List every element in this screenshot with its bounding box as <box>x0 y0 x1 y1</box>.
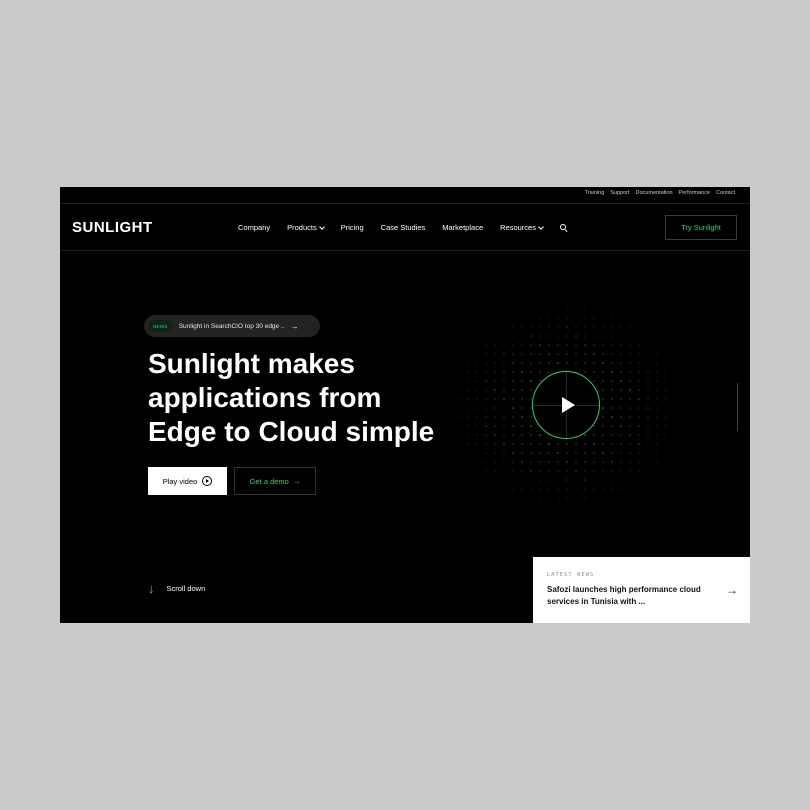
chevron-down-icon <box>318 223 325 230</box>
play-video-button[interactable]: Play video <box>148 467 227 495</box>
play-icon <box>562 397 575 413</box>
nav-item-company[interactable]: Company <box>238 223 270 232</box>
hero-headline-line-1: Sunlight makes <box>148 348 355 379</box>
browser-frame: Training Support Documentation Performan… <box>60 187 750 623</box>
play-circle-icon <box>202 476 213 486</box>
chevron-down-icon <box>538 223 544 230</box>
arrow-down-icon: ↓ <box>148 581 155 596</box>
utility-link-contact[interactable]: Contact <box>716 190 735 196</box>
nav-item-products-label: Products <box>287 223 317 232</box>
scrollbar[interactable] <box>737 383 738 431</box>
news-pill[interactable]: NEWS Sunlight in SearchCIO top 30 edge .… <box>144 315 320 337</box>
scroll-down-label: Scroll down <box>166 584 206 593</box>
nav-item-resources[interactable]: Resources <box>500 223 544 232</box>
nav-item-resources-label: Resources <box>500 223 536 232</box>
latest-news-title: Safozi launches high performance cloud s… <box>547 585 701 606</box>
nav-item-pricing-label: Pricing <box>340 223 364 232</box>
nav-item-marketplace-label: Marketplace <box>442 223 484 232</box>
nav-item-company-label: Company <box>238 223 271 232</box>
nav-menu: Company Products Pricing Case Studies Ma… <box>238 223 568 232</box>
sunlight-logo[interactable]: SUNLIGHT <box>72 219 153 236</box>
arrow-right-icon: → <box>726 583 738 597</box>
arrow-right-icon: → <box>290 321 299 331</box>
hero-headline-line-2: applications from <box>148 382 382 413</box>
search-icon[interactable] <box>559 223 568 232</box>
nav-item-case-studies[interactable]: Case Studies <box>381 223 426 232</box>
utility-links: Training Support Documentation Performan… <box>585 190 735 196</box>
play-video-label: Play video <box>162 476 198 486</box>
try-sunlight-button[interactable]: Try Sunlight <box>665 215 737 240</box>
utility-link-performance[interactable]: Performance <box>679 190 711 196</box>
utility-link-support[interactable]: Support <box>610 190 629 196</box>
scroll-down[interactable]: ↓ Scroll down <box>148 582 205 595</box>
main-nav: SUNLIGHT Company Products Pricing Case S… <box>60 204 750 251</box>
nav-item-pricing[interactable]: Pricing <box>341 223 364 232</box>
nav-item-marketplace[interactable]: Marketplace <box>442 223 483 232</box>
news-pill-text: Sunlight in SearchCIO top 30 edge .. <box>178 322 285 330</box>
news-badge: NEWS <box>149 320 172 332</box>
arrow-right-icon: → <box>292 476 301 486</box>
utility-link-training[interactable]: Training <box>585 190 605 196</box>
nav-item-case-studies-label: Case Studies <box>380 223 426 232</box>
utility-link-documentation[interactable]: Documentation <box>636 190 673 196</box>
utility-bar: Training Support Documentation Performan… <box>60 187 750 204</box>
latest-news-card[interactable]: LATEST NEWS Safozi launches high perform… <box>533 557 750 623</box>
hero-headline: Sunlight makes applications from Edge to… <box>148 347 468 449</box>
nav-item-products[interactable]: Products <box>287 223 325 232</box>
video-play-circle[interactable] <box>532 371 600 439</box>
get-demo-button[interactable]: Get a demo → <box>234 467 316 495</box>
get-demo-label: Get a demo <box>249 476 289 486</box>
hero-headline-line-3: Edge to Cloud simple <box>148 416 435 447</box>
latest-news-eyebrow: LATEST NEWS <box>547 572 595 578</box>
